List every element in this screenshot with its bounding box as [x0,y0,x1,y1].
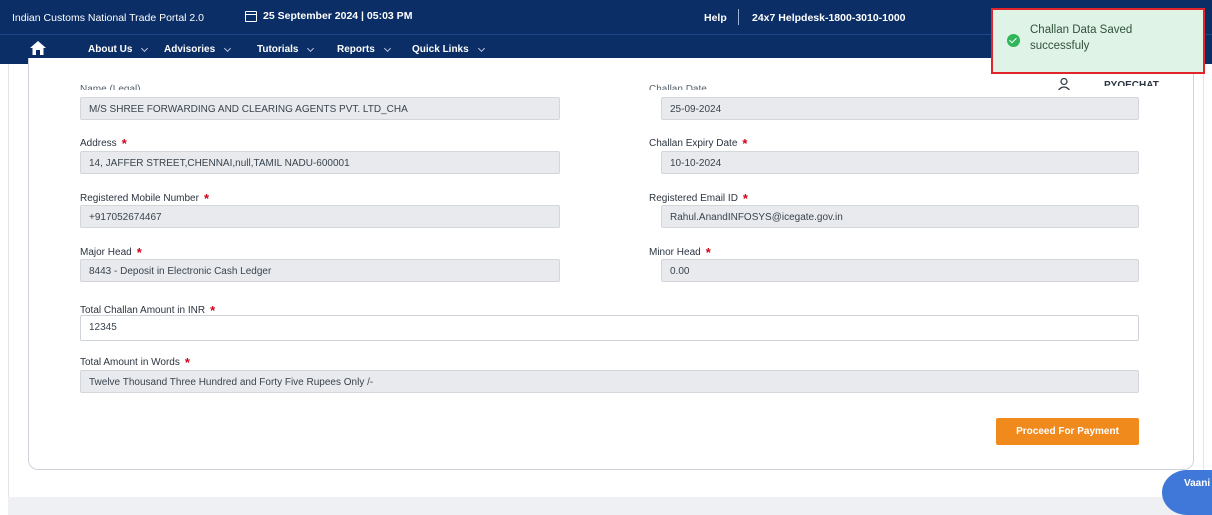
nav-reports[interactable]: Reports [337,44,391,55]
chevron-down-icon [141,44,149,52]
email-label: Registered Email ID * [649,191,748,206]
nav-label: Advisories [164,44,216,55]
major-head-field: 8443 - Deposit in Electronic Cash Ledger [80,259,560,282]
required-marker: * [136,245,142,260]
user-icon[interactable] [1058,78,1070,90]
proceed-for-payment-button[interactable]: Proceed For Payment [996,418,1139,445]
chatbot-label: Vaani [1184,478,1211,489]
toast-message: Challan Data Saved successfuly [1030,24,1133,52]
datetime-display: 25 September 2024 | 05:03 PM [245,10,412,22]
nav-label: Tutorials [257,44,299,55]
total-amount-input[interactable]: 12345 [80,315,1139,341]
required-marker: * [705,245,711,260]
required-marker: * [184,355,190,370]
chevron-down-icon [477,44,485,52]
required-marker: * [742,191,748,206]
check-circle-icon [1007,34,1020,47]
address-field: 14, JAFFER STREET,CHENNAI,null,TAMIL NAD… [80,151,560,174]
helpdesk-number: 24x7 Helpdesk-1800-3010-1000 [752,12,906,24]
header-divider [738,9,739,25]
name-label: Name (Legal) [80,84,141,90]
major-head-label: Major Head * [80,245,142,260]
minor-head-field: 0.00 [661,259,1139,282]
name-field: M/S SHREE FORWARDING AND CLEARING AGENTS… [80,97,560,120]
user-name[interactable]: PYOECHAT [1104,80,1159,86]
email-field: Rahul.AnandINFOSYS@icegate.gov.in [661,205,1139,228]
chatbot-button[interactable]: Vaani [1162,470,1212,515]
nav-tutorials[interactable]: Tutorials [257,44,315,55]
challan-date-field: 25-09-2024 [661,97,1139,120]
required-marker: * [742,136,748,151]
home-icon[interactable] [30,41,46,55]
calendar-icon [245,10,257,22]
address-label: Address * [80,136,127,151]
nav-label: Quick Links [412,44,469,55]
required-marker: * [203,191,210,206]
challan-date-label: Challan Date [649,84,707,90]
chevron-down-icon [383,44,391,52]
total-amount-label: Total Challan Amount in INR * [80,303,216,318]
nav-advisories[interactable]: Advisories [164,44,232,55]
portal-title: Indian Customs National Trade Portal 2.0 [12,12,205,24]
nav-label: About Us [88,44,133,55]
amount-words-label: Total Amount in Words * [80,355,190,370]
minor-head-label: Minor Head * [649,245,711,260]
mobile-field: +917052674467 [80,205,560,228]
help-link[interactable]: Help [704,12,727,24]
datetime-text: 25 September 2024 | 05:03 PM [263,10,413,22]
mobile-label: Registered Mobile Number * [80,191,210,206]
success-toast: Challan Data Saved successfuly [991,8,1205,74]
expiry-date-field: 10-10-2024 [661,151,1139,174]
nav-label: Reports [337,44,375,55]
chevron-down-icon [224,44,232,52]
nav-about-us[interactable]: About Us [88,44,149,55]
amount-words-field: Twelve Thousand Three Hundred and Forty … [80,370,1139,393]
nav-quick-links[interactable]: Quick Links [412,44,485,55]
required-marker: * [121,136,127,151]
chevron-down-icon [307,44,315,52]
page-footer-strip [8,497,1204,515]
expiry-date-label: Challan Expiry Date * [649,136,748,151]
